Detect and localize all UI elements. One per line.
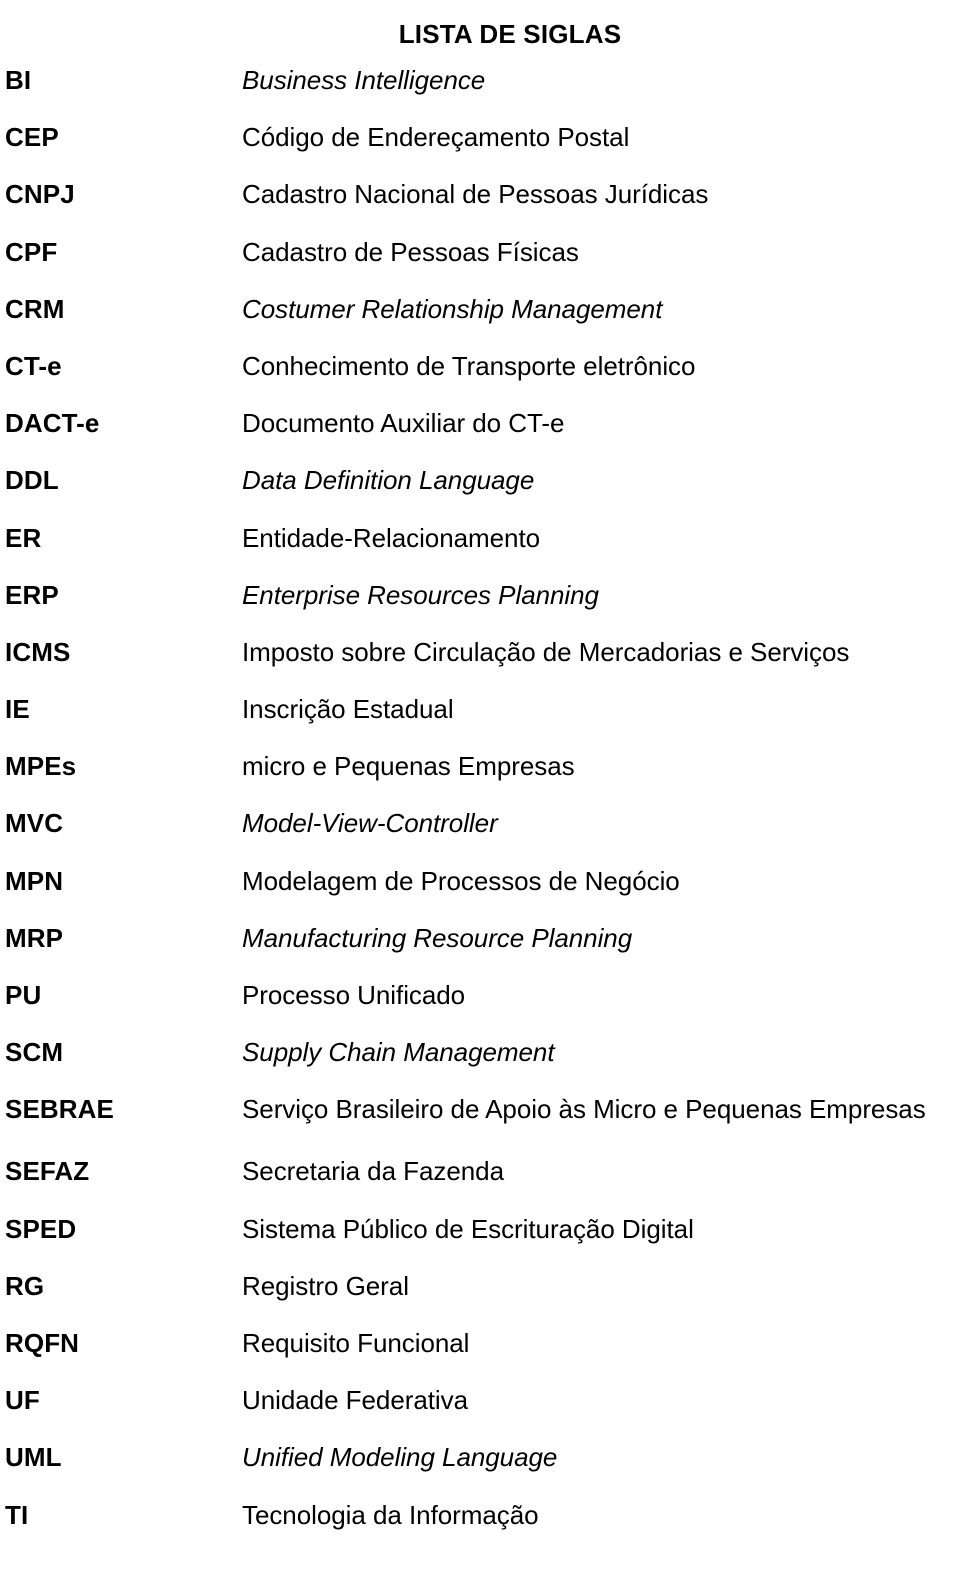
abbreviation-definition: Sistema Público de Escrituração Digital <box>242 1213 694 1244</box>
page-title: LISTA DE SIGLAS <box>398 19 622 50</box>
abbreviation-row: MPN Modelagem de Processos de Negócio <box>0 867 960 924</box>
abbreviation-definition: Imposto sobre Circulação de Mercadorias … <box>242 636 850 667</box>
abbreviation-row: SEBRAE Serviço Brasileiro de Apoio às Mic… <box>0 1095 960 1157</box>
abbreviation-row: CPF Cadastro de Pessoas Físicas <box>0 238 960 295</box>
abbreviation-definition: Conhecimento de Transporte eletrônico <box>242 350 696 381</box>
abbreviation-row: TI Tecnologia da Informação <box>0 1501 960 1558</box>
abbreviation-definition: Model-View-Controller <box>242 808 498 839</box>
abbreviation-row: SCM Supply Chain Management <box>0 1038 960 1095</box>
abbreviation-term: DDL <box>5 465 59 496</box>
abbreviation-term: DACT-e <box>5 408 100 439</box>
abbreviation-definition: Business Intelligence <box>242 65 486 95</box>
abbreviation-row: DACT-e Documento Auxiliar do CT-e <box>0 409 960 466</box>
abbreviation-definition: Documento Auxiliar do CT-e <box>242 408 565 439</box>
abbreviation-definition: Unified Modeling Language <box>242 1442 558 1473</box>
abbreviation-definition: Serviço Brasileiro de Apoio às Micro e P… <box>242 1094 926 1125</box>
abbreviation-row: SEFAZ Secretaria da Fazenda <box>0 1157 960 1214</box>
abbreviation-definition: Enterprise Resources Planning <box>242 579 599 610</box>
abbreviation-term: SCM <box>5 1037 64 1068</box>
abbreviation-term: MRP <box>5 922 64 953</box>
abbreviation-term: SEFAZ <box>5 1156 90 1187</box>
abbreviation-term: ER <box>5 522 42 553</box>
abbreviation-definition: Requisito Funcional <box>242 1327 470 1358</box>
abbreviation-row: SPED Sistema Público de Escrituração Digi… <box>0 1215 960 1272</box>
abbreviation-term: IE <box>5 694 30 725</box>
abbreviation-term: UML <box>5 1442 62 1473</box>
abbreviation-term: MPEs <box>5 751 77 782</box>
abbreviation-row: RG Registro Geral <box>0 1272 960 1329</box>
abbreviation-definition: Data Definition Language <box>242 465 535 496</box>
abbreviation-term: PU <box>5 980 42 1010</box>
abbreviation-row: CNPJ Cadastro Nacional de Pessoas Jurídic… <box>0 180 960 237</box>
abbreviation-row: MVC Model-View-Controller <box>0 809 960 866</box>
abbreviation-row: DDL Data Definition Language <box>0 466 960 523</box>
abbreviation-definition: Entidade-Relacionamento <box>242 522 541 553</box>
abbreviation-row: CT-e Conhecimento de Transporte eletrônic… <box>0 352 960 409</box>
abbreviation-term: MVC <box>5 808 64 839</box>
abbreviation-term: CRM <box>5 293 65 324</box>
abbreviation-definition: Tecnologia da Informação <box>242 1499 539 1530</box>
abbreviation-definition: Supply Chain Management <box>242 1037 555 1068</box>
abbreviation-term: RQFN <box>5 1327 80 1358</box>
abbreviation-row: IE Inscrição Estadual <box>0 695 960 752</box>
abbreviation-row: BI Business Intelligence <box>0 66 960 123</box>
abbreviation-list: BI Business Intelligence CEP Código de Ende… <box>0 66 960 1558</box>
abbreviation-definition: Processo Unificado <box>242 980 466 1010</box>
abbreviation-term: TI <box>5 1499 29 1530</box>
abbreviation-term: CEP <box>5 122 59 153</box>
abbreviation-definition: Cadastro de Pessoas Físicas <box>242 236 579 267</box>
abbreviation-term: CNPJ <box>5 179 75 210</box>
abbreviation-term: SEBRAE <box>5 1094 114 1125</box>
abbreviation-definition: micro e Pequenas Empresas <box>242 751 575 782</box>
abbreviation-row: UF Unidade Federativa <box>0 1386 960 1443</box>
abbreviation-row: MPEs micro e Pequenas Empresas <box>0 752 960 809</box>
abbreviation-definition: Secretaria da Fazenda <box>242 1156 504 1187</box>
abbreviation-term: CPF <box>5 236 58 267</box>
abbreviation-row: UML Unified Modeling Language <box>0 1443 960 1500</box>
abbreviation-row: PU Processo Unificado <box>0 981 960 1038</box>
abbreviation-row: CRM Costumer Relationship Management <box>0 295 960 352</box>
abbreviation-definition: Modelagem de Processos de Negócio <box>242 865 680 896</box>
abbreviation-definition: Unidade Federativa <box>242 1385 469 1416</box>
abbreviation-term: RG <box>5 1270 45 1301</box>
abbreviation-row: ERP Enterprise Resources Planning <box>0 581 960 638</box>
abbreviation-definition: Inscrição Estadual <box>242 694 454 725</box>
abbreviation-term: UF <box>5 1385 40 1416</box>
abbreviation-definition: Cadastro Nacional de Pessoas Jurídicas <box>242 179 709 210</box>
abbreviation-term: CT-e <box>5 350 62 381</box>
abbreviation-row: MRP Manufacturing Resource Planning <box>0 924 960 981</box>
abbreviation-term: BI <box>5 65 32 95</box>
abbreviation-definition: Registro Geral <box>242 1270 409 1301</box>
abbreviation-term: ICMS <box>5 636 71 667</box>
abbreviation-definition: Manufacturing Resource Planning <box>242 922 633 953</box>
abbreviation-row: CEP Código de Endereçamento Postal <box>0 123 960 180</box>
abbreviation-row: ER Entidade-Relacionamento <box>0 524 960 581</box>
document-page: LISTA DE SIGLAS BI Business Intelligence C… <box>0 0 960 1572</box>
abbreviation-row: ICMS Imposto sobre Circulação de Mercador… <box>0 638 960 695</box>
abbreviation-definition: Costumer Relationship Management <box>242 293 663 324</box>
abbreviation-term: MPN <box>5 865 64 896</box>
abbreviation-term: ERP <box>5 579 59 610</box>
abbreviation-row: RQFN Requisito Funcional <box>0 1329 960 1386</box>
abbreviation-definition: Código de Endereçamento Postal <box>242 122 630 153</box>
abbreviation-term: SPED <box>5 1213 77 1244</box>
